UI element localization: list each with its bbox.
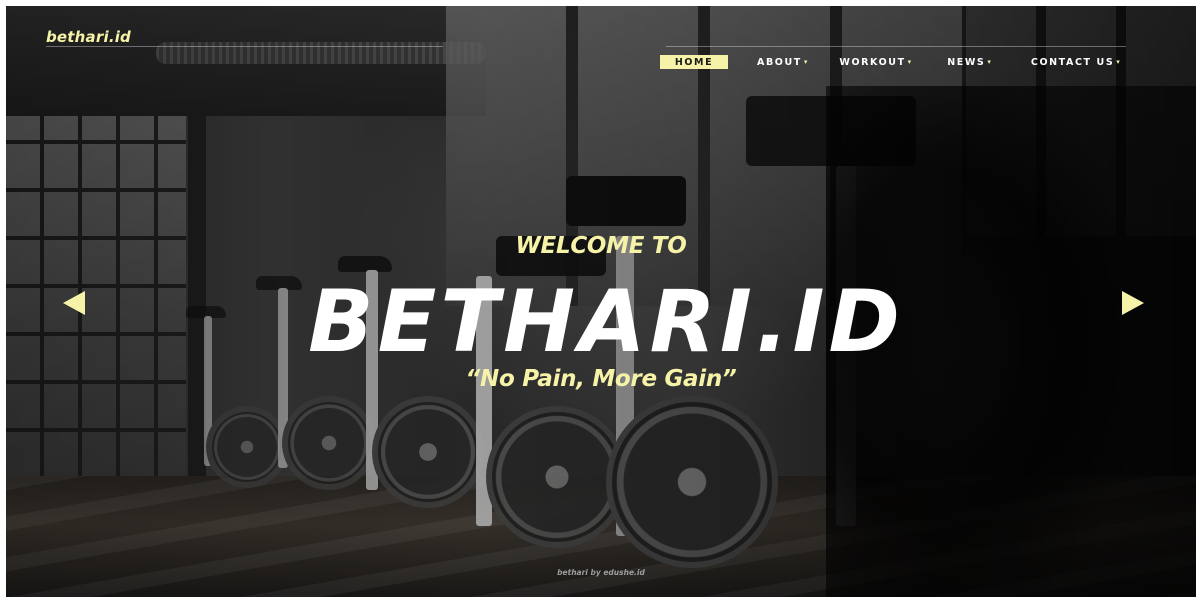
site-logo[interactable]: bethari.id	[46, 28, 131, 46]
nav-item-home[interactable]: HOME	[660, 55, 728, 69]
nav-item-workout[interactable]: WORKOUT ▾	[839, 55, 911, 69]
nav-item-about[interactable]: ABOUT ▾	[757, 55, 807, 69]
nav-item-news[interactable]: NEWS ▾	[947, 55, 991, 69]
triangle-left-icon[interactable]	[63, 291, 85, 315]
nav-item-label: CONTACT US	[1030, 56, 1115, 68]
nav-item-label: WORKOUT	[839, 56, 906, 68]
header-divider-right	[666, 46, 1126, 47]
hero-tagline: “No Pain, More Gain”	[465, 366, 737, 392]
footer-credit: bethari by edushe.id	[557, 568, 645, 577]
hero-welcome-text: WELCOME TO	[515, 233, 687, 259]
hero-section: bethari.id HOME ABOUT ▾ WORKOUT ▾ NEWS ▾…	[6, 6, 1196, 597]
nav-item-label: HOME	[674, 56, 714, 68]
caret-down-icon: ▾	[1116, 58, 1120, 66]
triangle-right-icon[interactable]	[1122, 291, 1144, 315]
nav-item-label: ABOUT	[757, 56, 802, 68]
caret-down-icon: ▾	[803, 58, 808, 66]
header-divider-left	[46, 46, 443, 47]
caret-down-icon: ▾	[907, 58, 912, 66]
hero-headline: BETHARI.ID	[308, 272, 904, 372]
nav-item-contact-us[interactable]: CONTACT US ▾	[1031, 55, 1120, 69]
main-nav: HOME ABOUT ▾ WORKOUT ▾ NEWS ▾ CONTACT US…	[660, 54, 1120, 70]
nav-item-label: NEWS	[947, 56, 986, 68]
caret-down-icon: ▾	[987, 58, 991, 66]
